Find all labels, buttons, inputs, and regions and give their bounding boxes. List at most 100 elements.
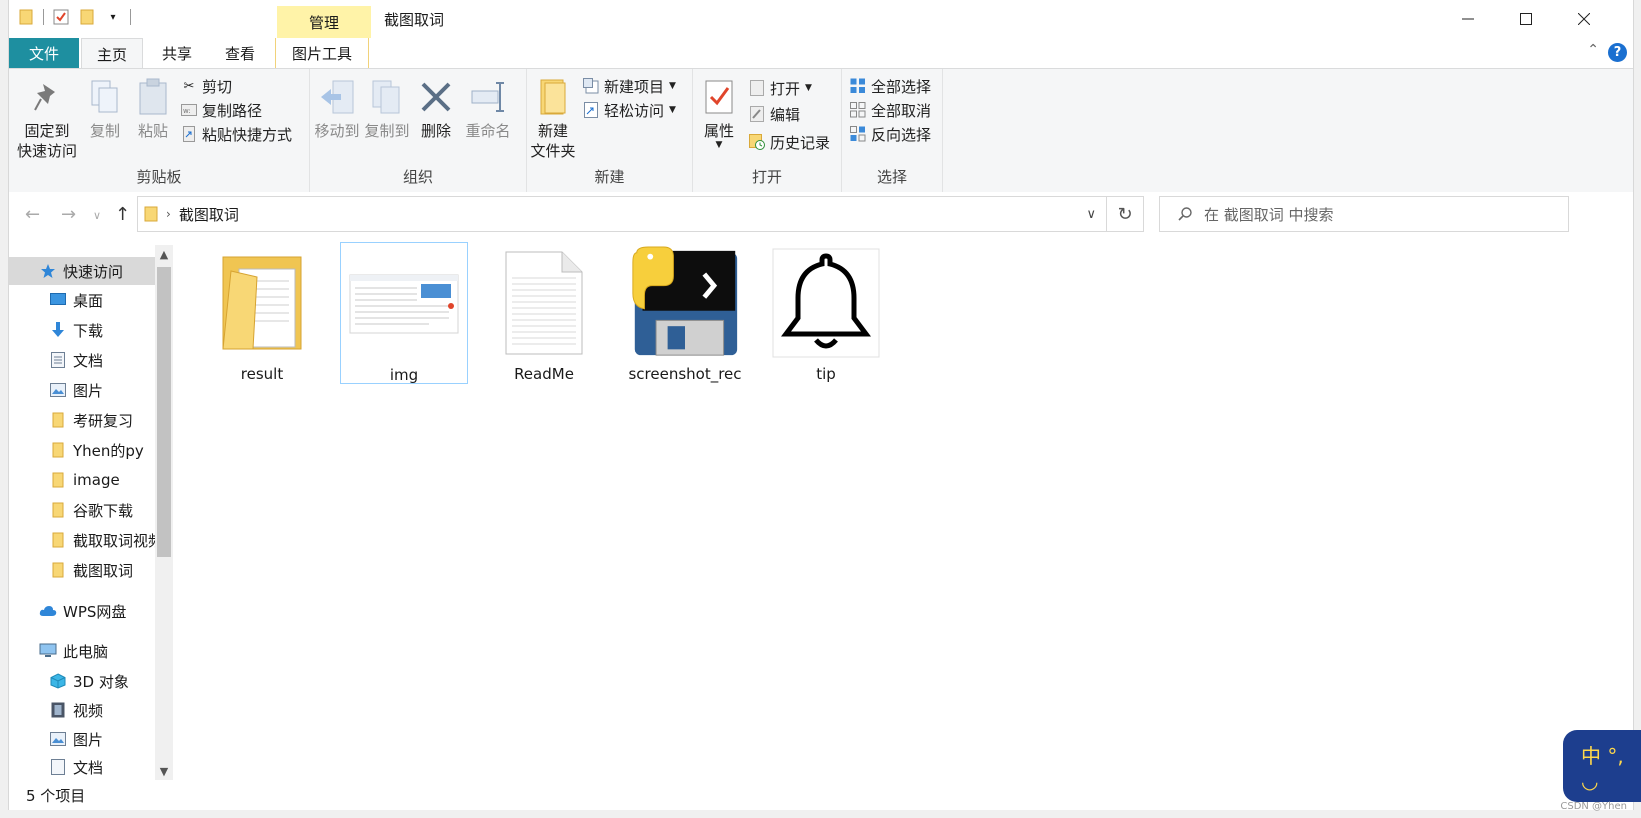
select-all-button[interactable]: 全部选择 [850,75,931,97]
new-group: 新建 文件夹 新建项目 ▼ 轻松访问 ▼ 新建 [527,69,693,193]
maximize-button[interactable] [1497,0,1555,38]
star-icon [39,262,57,280]
new-item-button[interactable]: 新建项目 ▼ [583,75,676,97]
pin-label-2: 快速访问 [17,142,78,160]
minimize-button[interactable] [1439,0,1497,38]
delete-button[interactable]: 删除 [414,77,458,141]
history-icon [749,134,765,150]
nav-item-documents[interactable]: 文档 📌 [9,346,173,374]
copy-to-button[interactable]: 复制到 [362,77,412,141]
paste-shortcut-button[interactable]: 粘贴快捷方式 [181,123,292,145]
nav-quick-access[interactable]: 快速访问 [9,257,173,285]
breadcrumb[interactable]: 截图取词 [179,204,239,225]
nav-item-pc-pictures[interactable]: 图片 [9,725,173,753]
python-launcher-icon [629,246,741,359]
edit-icon [749,106,765,122]
customize-dropdown-icon[interactable]: ▾ [104,8,122,26]
move-to-button[interactable]: 移动到 [312,77,362,141]
scroll-down-icon[interactable]: ▼ [155,762,173,780]
address-dropdown-icon[interactable]: ∨ [1086,207,1096,222]
easy-access-button[interactable]: 轻松访问 ▼ [583,99,676,121]
tab-picture-tools[interactable]: 图片工具 [275,38,369,68]
tab-home[interactable]: 主页 [81,38,143,70]
back-arrow-icon[interactable]: ← [25,204,40,225]
title-bar: ▾ 管理 截图取词 [9,0,1633,38]
folder-icon [49,441,67,459]
nav-item-3d-objects[interactable]: 3D 对象 [9,667,173,695]
pin-to-quick-access-button[interactable]: 固定到 快速访问 [17,77,77,161]
refresh-button[interactable]: ↻ [1106,196,1144,232]
nav-item-folder[interactable]: 截取取词视频 [9,526,173,554]
rename-button[interactable]: 重命名 [460,77,516,141]
nav-item-pictures[interactable]: 图片 📌 [9,376,173,404]
download-arrow-icon [49,321,67,339]
nav-item-folder[interactable]: image [9,466,173,494]
nav-item-pc-documents[interactable]: 文档 [9,753,173,780]
help-icon[interactable]: ? [1608,43,1627,62]
file-item-bell[interactable]: tip [763,242,889,383]
easy-access-label: 轻松访问 [604,101,665,120]
tab-file[interactable]: 文件 [9,38,79,68]
nav-item-folder[interactable]: Yhen的py 📌 [9,436,173,464]
invert-selection-button[interactable]: 反向选择 [850,123,931,145]
nav-item-label: Yhen的py [73,441,144,460]
new-folder-icon[interactable] [78,8,96,26]
3d-cube-icon [49,672,67,690]
nav-item-videos[interactable]: 视频 [9,696,173,724]
nav-item-folder[interactable]: 截图取词 [9,556,173,584]
tab-view[interactable]: 查看 [209,38,271,68]
nav-wps-drive[interactable]: WPS网盘 [9,597,173,625]
history-button[interactable]: 历史记录 [749,131,830,153]
nav-item-folder[interactable]: 考研复习 📌 [9,406,173,434]
cloud-icon [39,602,57,620]
file-item-image[interactable]: img [340,242,468,384]
search-box[interactable]: 在 截图取词 中搜索 [1159,196,1569,232]
file-item-folder[interactable]: result [199,242,325,383]
tab-share[interactable]: 共享 [147,38,207,68]
folder-icon[interactable] [17,8,35,26]
file-name: screenshot_rec [628,365,742,383]
scroll-up-icon[interactable]: ▲ [155,245,173,263]
up-arrow-icon[interactable]: ↑ [115,204,130,225]
nav-item-label: 视频 [73,701,104,720]
search-icon [1178,207,1192,221]
copy-path-button[interactable]: w: 复制路径 [181,99,262,121]
collapse-ribbon-icon[interactable]: ⌃ [1587,42,1599,58]
divider [43,9,44,25]
explorer-window: ▾ 管理 截图取词 文件 主页 共享 查看 图片工具 ⌃ ? 固定到 快速访问 … [8,0,1634,810]
ime-indicator[interactable]: 中 °, ◡ [1563,730,1641,802]
file-item-text[interactable]: ReadMe [481,242,607,383]
file-name: img [389,366,419,384]
properties-button[interactable]: 属性 ▼ [697,77,741,150]
file-item-python[interactable]: screenshot_rec [622,242,748,383]
nav-item-downloads[interactable]: 下载 📌 [9,316,173,344]
delete-x-icon [416,77,456,117]
recent-dropdown-icon[interactable]: ∨ [93,209,101,222]
nav-item-desktop[interactable]: 桌面 📌 [9,286,173,314]
cut-button[interactable]: ✂ 剪切 [181,75,232,97]
new-folder-button[interactable]: 新建 文件夹 [527,77,579,161]
edit-button[interactable]: 编辑 [749,103,800,125]
select-none-button[interactable]: 全部取消 [850,99,931,121]
nav-this-pc[interactable]: 此电脑 [9,637,173,665]
rename-icon [468,77,508,117]
close-button[interactable] [1555,0,1613,38]
paste-button[interactable]: 粘贴 [131,77,175,141]
nav-item-folder[interactable]: 谷歌下载 [9,496,173,524]
properties-check-icon[interactable] [52,8,70,26]
folder-thumbnail-icon [206,247,318,359]
scroll-thumb[interactable] [157,267,171,557]
rename-label: 重命名 [465,122,511,140]
forward-arrow-icon[interactable]: → [61,204,76,225]
chevron-down-icon: ▼ [715,140,723,150]
folder-icon [49,561,67,579]
address-bar[interactable]: › 截图取词 ∨ [137,196,1107,232]
invert-selection-icon [850,126,866,142]
nav-scrollbar[interactable]: ▲ ▼ [155,245,173,780]
chevron-down-icon: ▼ [805,83,812,93]
chevron-right-icon[interactable]: › [166,207,171,221]
quick-access-toolbar: ▾ [17,8,131,26]
window-title: 截图取词 [384,11,445,29]
open-button[interactable]: 打开 ▼ [749,77,812,99]
copy-button[interactable]: 复制 [83,77,127,141]
